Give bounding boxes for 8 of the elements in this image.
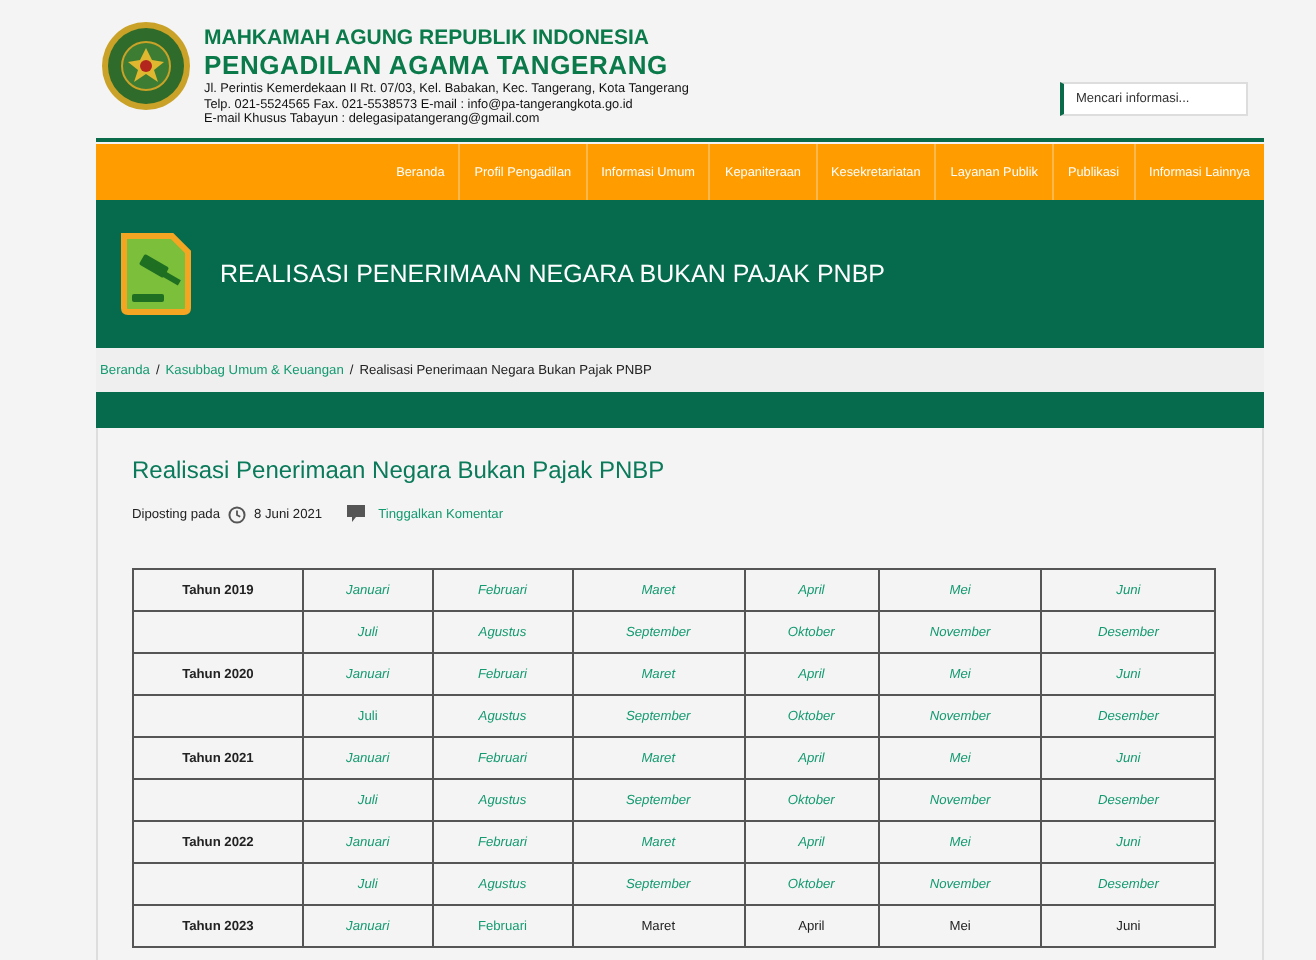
court-emblem-icon [100,20,192,112]
gavel-document-icon [116,232,196,316]
page-banner-title: REALISASI PENERIMAAN NEGARA BUKAN PAJAK PNBP [220,260,886,288]
post-title: Realisasi Penerimaan Negara Bukan Pajak PNBP [132,456,667,484]
clock-icon [228,505,246,523]
court-name: PENGADILAN AGAMA TANGERANG [204,50,670,82]
organization-name: MAHKAMAH AGUNG REPUBLIK INDONESIA [204,26,651,50]
comment-icon [346,504,367,524]
